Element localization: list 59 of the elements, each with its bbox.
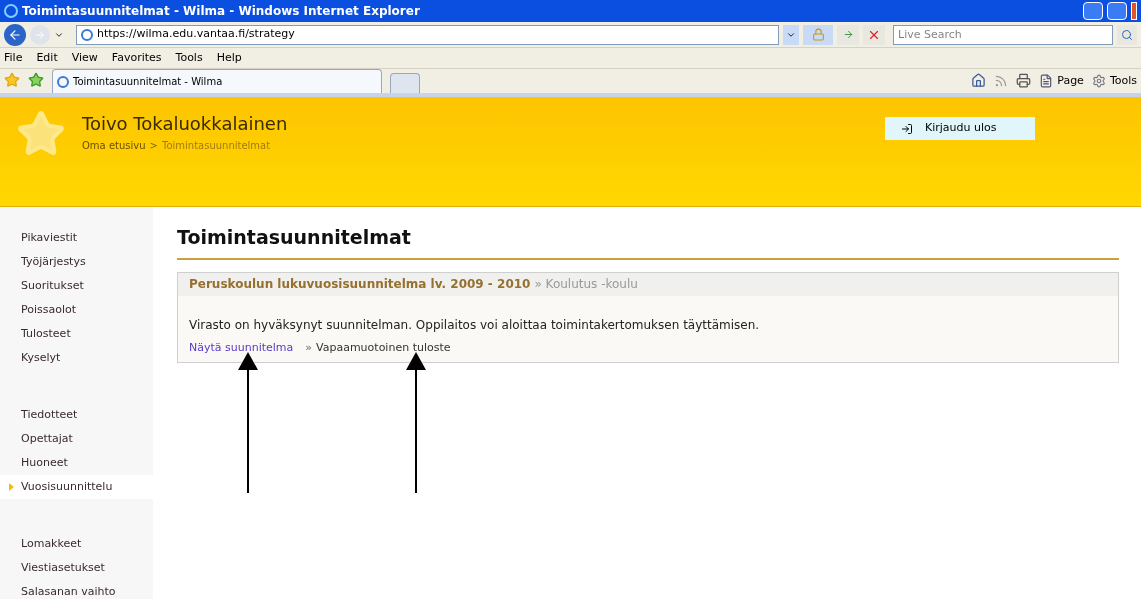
sidebar-item[interactable]: Lomakkeet <box>0 532 153 556</box>
gear-icon <box>1091 73 1106 88</box>
print-link[interactable]: » Vapaamuotoinen tuloste <box>305 339 451 356</box>
plan-message: Virasto on hyväksynyt suunnitelman. Oppilaitos voi aloittaa toimintakertomuksen täyttämisen. <box>188 316 761 334</box>
logout-button[interactable]: Kirjaudu ulos <box>885 117 1035 140</box>
minimize-button[interactable] <box>1083 2 1103 20</box>
sidebar-item[interactable]: Vuosisuunnittelu <box>0 475 153 499</box>
menu-item[interactable]: View <box>71 49 98 67</box>
sidebar-item[interactable]: Tiedotteet <box>0 403 153 427</box>
search-button[interactable] <box>1117 24 1137 45</box>
dropdown-icon[interactable] <box>783 24 799 45</box>
back-button[interactable] <box>4 23 26 46</box>
address-field[interactable]: https://wilma.edu.vantaa.fi/strategy <box>76 24 779 45</box>
sidebar-item[interactable]: Poissaolot <box>0 298 153 322</box>
add-favorite-icon[interactable] <box>28 72 44 88</box>
menu-item[interactable]: Tools <box>175 49 203 67</box>
close-button[interactable] <box>1131 2 1137 20</box>
tools-menu-button[interactable]: Tools <box>1091 72 1137 89</box>
plan-school: » Koulutus -koulu <box>534 276 638 293</box>
menu-item[interactable]: Help <box>216 49 242 67</box>
stop-button[interactable] <box>863 24 885 45</box>
sidebar-item[interactable]: Opettajat <box>0 427 153 451</box>
selected-marker-icon <box>9 483 14 491</box>
plan-title: Peruskoulun lukuvuosisuunnitelma lv. 2009 - 2010 <box>189 276 531 293</box>
page-title: Toimintasuunnitelmat <box>177 223 1119 260</box>
user-name: Toivo Tokaluokkalainen <box>82 113 289 136</box>
sidebar-item[interactable]: Kyselyt <box>0 346 153 370</box>
refresh-button[interactable] <box>837 24 859 45</box>
window-title: Toimintasuunnitelmat - Wilma - Windows Internet Explorer <box>22 3 421 20</box>
sidebar-item[interactable]: Pikaviestit <box>0 226 153 250</box>
breadcrumb-separator: > <box>149 138 158 153</box>
feed-icon[interactable] <box>994 73 1009 88</box>
menu-item[interactable]: File <box>4 49 23 67</box>
search-field[interactable]: Live Search <box>893 24 1113 45</box>
new-tab-button[interactable] <box>390 73 420 93</box>
forward-arrow-icon <box>34 28 46 41</box>
sidebar-item[interactable]: Työjärjestys <box>0 250 153 274</box>
breadcrumb-link[interactable]: Oma etusivu <box>82 137 146 153</box>
back-arrow-icon <box>8 27 22 42</box>
arrow-icon <box>842 29 854 40</box>
show-plan-link[interactable]: Näytä suunnitelma <box>189 339 294 356</box>
sidebar-item[interactable]: Suoritukset <box>0 274 153 298</box>
menu-item[interactable]: Favorites <box>111 49 162 67</box>
sidebar-item[interactable]: Viestiasetukset <box>0 556 153 580</box>
restore-button[interactable] <box>1107 2 1127 20</box>
page-menu-button[interactable]: Page <box>1039 72 1084 89</box>
sidebar-item[interactable]: Huoneet <box>0 451 153 475</box>
padlock-drawing-icon <box>811 28 825 41</box>
home-icon[interactable] <box>971 73 987 89</box>
sidebar-item[interactable]: Salasanan vaihto <box>0 580 153 599</box>
search-icon <box>1121 28 1133 41</box>
favorites-star-icon[interactable] <box>4 72 20 88</box>
logout-icon <box>901 122 913 135</box>
double-chevron-icon: » <box>305 340 313 354</box>
sidebar-item[interactable]: Tulosteet <box>0 322 153 346</box>
browser-tab[interactable]: Toimintasuunnitelmat - Wilma <box>52 69 382 93</box>
print-icon[interactable] <box>1016 73 1032 89</box>
lock-icon[interactable] <box>803 24 833 45</box>
menu-item[interactable]: Edit <box>36 49 58 67</box>
